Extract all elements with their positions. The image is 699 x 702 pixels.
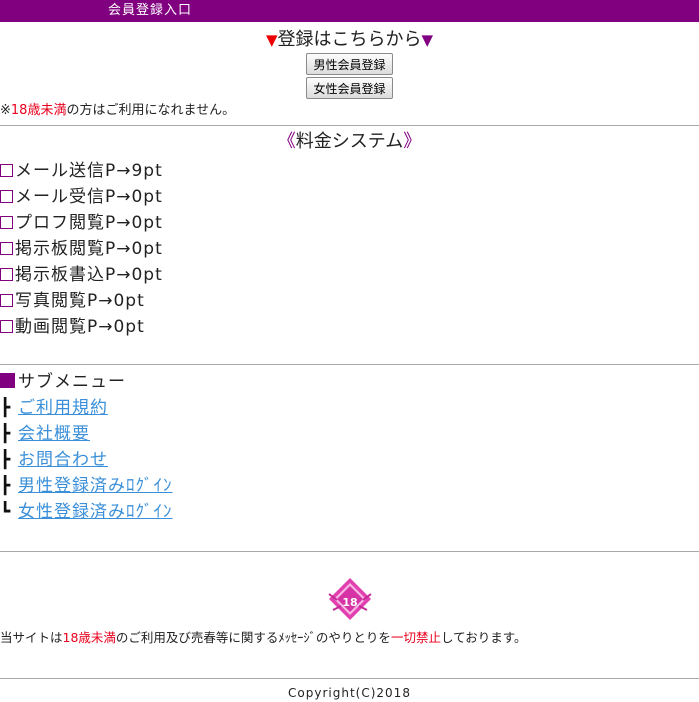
submenu-title-text: サブメニュー [18,372,126,392]
price-item-video-view: 動画閲覧P→0pt [0,314,699,340]
checkbox-outline-icon [0,320,13,333]
square-filled-icon [0,373,15,388]
age-note-highlight: 18歳未満 [10,103,67,118]
submenu-item-male-login: ┣ 男性登録済みﾛｸﾞｲﾝ [0,473,699,499]
price-item-profile-view: プロフ閲覧P→0pt [0,210,699,236]
checkbox-outline-icon [0,190,13,203]
disclaimer-part: しております。 [440,630,527,645]
header-title: 会員登録入口 [108,3,193,18]
disclaimer-part: 当サイトは [0,630,63,645]
checkbox-outline-icon [0,164,13,177]
age-restriction-note: ※18歳未満の方はご利用になれません。 [0,102,699,120]
pricing-open-mark: 《 [277,131,296,152]
age-note-suffix: の方はご利用になれません。 [66,103,236,118]
price-item-label: 掲示板閲覧P→0pt [15,239,163,259]
checkbox-outline-icon [0,242,13,255]
copyright: Copyright(C)2018 [288,686,411,700]
disclaimer-highlight: 18歳未満 [62,630,116,645]
header-bar: 会員登録入口 [0,0,699,22]
price-item-label: 掲示板書込P→0pt [15,265,163,285]
submenu-title: サブメニュー [0,369,699,395]
disclaimer: 当サイトは18歳未満のご利用及び売春等に関するﾒｯｾｰｼﾞのやりとりを一切禁止し… [0,628,699,648]
divider [0,364,699,365]
pricing-title: 《料金システム》 [0,130,699,154]
registration-heading: ▼登録はこちらから▼ [0,29,699,51]
price-item-mail-send: メール送信P→9pt [0,158,699,184]
divider [0,678,699,679]
age-note-prefix: ※ [0,103,11,118]
submenu-item-contact: ┣ お問合わせ [0,447,699,473]
contact-link[interactable]: お問合わせ [18,450,108,470]
pricing-title-text: 料金システム [295,131,404,152]
disclaimer-part: のご利用及び売春等に関するﾒｯｾｰｼﾞのやりとりを [115,630,391,645]
tree-branch-icon: ┣ [0,450,12,470]
disclaimer-highlight: 一切禁止 [390,630,441,645]
divider [0,125,699,126]
divider [0,551,699,552]
age-18-badge-icon: 18 [327,578,372,620]
price-item-label: メール送信P→9pt [15,161,163,181]
price-item-photo-view: 写真閲覧P→0pt [0,288,699,314]
checkbox-outline-icon [0,268,13,281]
checkbox-outline-icon [0,294,13,307]
price-item-label: メール受信P→0pt [15,187,163,207]
age-badge-wrap: 18 [0,576,699,626]
female-register-button[interactable]: 女性会員登録 [306,77,393,99]
price-item-label: 動画閲覧P→0pt [15,317,145,337]
male-register-button[interactable]: 男性会員登録 [306,53,393,75]
age-badge-text: 18 [342,596,357,609]
registration-heading-text: 登録はこちらから [277,29,422,50]
submenu-item-terms: ┣ ご利用規約 [0,395,699,421]
tree-branch-icon: ┣ [0,424,12,444]
submenu-item-female-login: ┗ 女性登録済みﾛｸﾞｲﾝ [0,499,699,525]
price-item-board-view: 掲示板閲覧P→0pt [0,236,699,262]
triangle-down-purple-icon: ▼ [421,31,434,49]
tree-end-icon: ┗ [0,502,12,522]
company-link[interactable]: 会社概要 [18,424,90,444]
tree-branch-icon: ┣ [0,476,12,496]
checkbox-outline-icon [0,216,13,229]
terms-link[interactable]: ご利用規約 [18,398,108,418]
male-register-wrap: 男性会員登録 [0,51,699,75]
tree-branch-icon: ┣ [0,398,12,418]
female-login-link[interactable]: 女性登録済みﾛｸﾞｲﾝ [18,502,173,522]
price-item-mail-receive: メール受信P→0pt [0,184,699,210]
submenu-item-company: ┣ 会社概要 [0,421,699,447]
price-item-label: 写真閲覧P→0pt [15,291,145,311]
price-item-board-post: 掲示板書込P→0pt [0,262,699,288]
triangle-down-red-icon: ▼ [265,31,278,49]
female-register-wrap: 女性会員登録 [0,75,699,99]
pricing-list: メール送信P→9pt メール受信P→0pt プロフ閲覧P→0pt 掲示板閲覧P→… [0,158,699,340]
price-item-label: プロフ閲覧P→0pt [15,213,163,233]
pricing-close-mark: 》 [403,131,422,152]
submenu-list: ┣ ご利用規約 ┣ 会社概要 ┣ お問合わせ ┣ 男性登録済みﾛｸﾞｲﾝ ┗ 女性登録済み… [0,395,699,525]
male-login-link[interactable]: 男性登録済みﾛｸﾞｲﾝ [18,476,173,496]
